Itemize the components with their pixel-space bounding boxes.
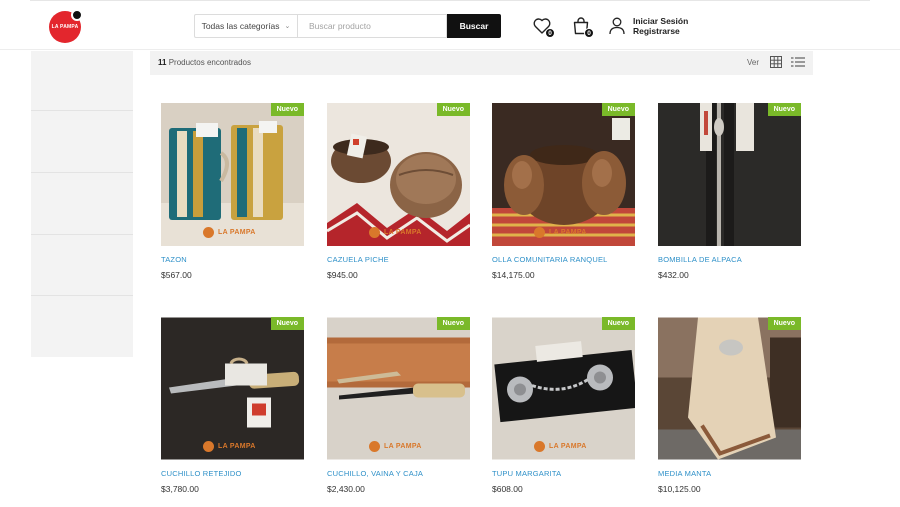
wishlist-button[interactable]: 0 xyxy=(532,16,555,38)
register-link[interactable]: Registrarse xyxy=(633,26,688,36)
product-card[interactable]: Nuevo LA PAMPA TAZON $567.00 xyxy=(161,103,304,280)
results-count-number: 11 xyxy=(158,58,167,67)
list-view-icon[interactable] xyxy=(791,56,805,68)
product-price: $608.00 xyxy=(492,484,523,494)
account-links: Iniciar Sesión Registrarse xyxy=(633,16,688,36)
product-card[interactable]: Nuevo BOMBILLA DE ALPACA $432.00 xyxy=(658,103,801,280)
chevron-down-icon: ⌄ xyxy=(284,23,291,30)
site-logo[interactable]: LA PAMPA xyxy=(49,9,85,43)
new-badge: Nuevo xyxy=(270,317,304,330)
category-sidebar xyxy=(31,51,133,357)
product-name[interactable]: TUPU MARGARITA xyxy=(492,469,635,479)
results-toolbar: 11 Productos encontrados Ver xyxy=(150,51,813,75)
new-badge: Nuevo xyxy=(436,317,470,330)
category-select[interactable]: Todas las categorías ⌄ xyxy=(194,14,297,38)
sidebar-divider xyxy=(31,295,133,296)
product-name[interactable]: MEDIA MANTA xyxy=(658,469,801,479)
product-card[interactable]: Nuevo LA PAMPA CUCHILLO RETEJIDO $3,780.… xyxy=(161,317,304,494)
user-icon xyxy=(609,17,625,35)
product-image[interactable]: Nuevo LA PAMPA xyxy=(492,103,635,246)
product-card[interactable]: Nuevo LA PAMPA CAZUELA PICHE $945.00 xyxy=(327,103,470,280)
new-badge: Nuevo xyxy=(767,103,801,116)
product-image[interactable]: Nuevo xyxy=(658,103,801,246)
product-price: $3,780.00 xyxy=(161,484,199,494)
product-image[interactable]: Nuevo LA PAMPA xyxy=(161,317,304,460)
results-count: 11 Productos encontrados xyxy=(158,58,251,67)
site-header: LA PAMPA Todas las categorías ⌄ Buscar 0… xyxy=(0,0,900,50)
wishlist-count-badge: 0 xyxy=(545,28,555,38)
cart-count-badge: 0 xyxy=(584,28,594,38)
product-name[interactable]: BOMBILLA DE ALPACA xyxy=(658,255,801,265)
logo-pin-icon xyxy=(71,9,83,21)
new-badge: Nuevo xyxy=(601,317,635,330)
new-badge: Nuevo xyxy=(270,103,304,116)
product-card[interactable]: Nuevo LA PAMPA CUCHILLO, VAINA Y CAJA $2… xyxy=(327,317,470,494)
search-button[interactable]: Buscar xyxy=(447,14,501,38)
product-card[interactable]: Nuevo MEDIA MANTA $10,125.00 xyxy=(658,317,801,494)
product-price: $945.00 xyxy=(327,270,358,280)
login-link[interactable]: Iniciar Sesión xyxy=(633,16,688,26)
watermark-logo: LA PAMPA xyxy=(203,441,256,452)
grid-view-icon[interactable] xyxy=(770,56,782,68)
results-count-label: Productos encontrados xyxy=(168,58,251,67)
cart-button[interactable]: 0 xyxy=(571,16,594,38)
watermark-logo: LA PAMPA xyxy=(534,441,587,452)
product-image[interactable]: Nuevo LA PAMPA xyxy=(492,317,635,460)
product-price: $14,175.00 xyxy=(492,270,535,280)
product-card[interactable]: Nuevo LA PAMPA OLLA COMUNITARIA RANQUEL … xyxy=(492,103,635,280)
watermark-logo: LA PAMPA xyxy=(369,227,422,238)
product-price: $2,430.00 xyxy=(327,484,365,494)
product-name[interactable]: CUCHILLO, VAINA Y CAJA xyxy=(327,469,470,479)
new-badge: Nuevo xyxy=(601,103,635,116)
product-image[interactable]: Nuevo LA PAMPA xyxy=(327,317,470,460)
product-name[interactable]: TAZON xyxy=(161,255,304,265)
sidebar-divider xyxy=(31,110,133,111)
product-image[interactable]: Nuevo xyxy=(658,317,801,460)
watermark-logo: LA PAMPA xyxy=(534,227,587,238)
search-bar: Todas las categorías ⌄ Buscar xyxy=(194,14,501,38)
sidebar-divider xyxy=(31,172,133,173)
watermark-logo: LA PAMPA xyxy=(369,441,422,452)
account-menu[interactable]: Iniciar Sesión Registrarse xyxy=(609,16,688,36)
sidebar-divider xyxy=(31,234,133,235)
product-image[interactable]: Nuevo LA PAMPA xyxy=(161,103,304,246)
product-price: $567.00 xyxy=(161,270,192,280)
product-name[interactable]: CAZUELA PICHE xyxy=(327,255,470,265)
product-name[interactable]: CUCHILLO RETEJIDO xyxy=(161,469,304,479)
logo-text: LA PAMPA xyxy=(51,24,79,30)
product-image[interactable]: Nuevo LA PAMPA xyxy=(327,103,470,246)
product-price: $432.00 xyxy=(658,270,689,280)
category-select-value: Todas las categorías xyxy=(201,21,280,31)
new-badge: Nuevo xyxy=(436,103,470,116)
search-input[interactable] xyxy=(297,14,447,38)
product-card[interactable]: Nuevo LA PAMPA TUPU MARGARITA $608.00 xyxy=(492,317,635,494)
new-badge: Nuevo xyxy=(767,317,801,330)
product-price: $10,125.00 xyxy=(658,484,701,494)
watermark-logo: LA PAMPA xyxy=(203,227,256,238)
view-label: Ver xyxy=(747,58,760,67)
product-name[interactable]: OLLA COMUNITARIA RANQUEL xyxy=(492,255,635,265)
